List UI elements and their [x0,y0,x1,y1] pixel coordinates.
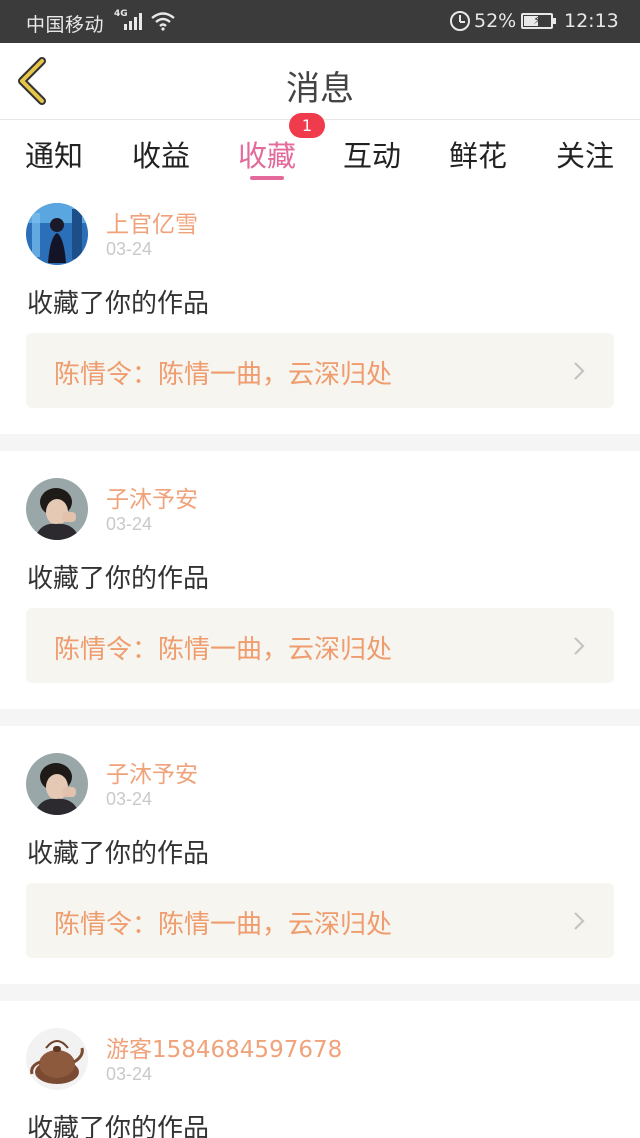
message-date: 03-24 [106,239,153,259]
work-link[interactable]: 陈情令：陈情一曲，云深归处 [26,883,614,958]
message-item: 上官亿雪 03-24 收藏了你的作品 陈情令：陈情一曲，云深归处 [0,191,640,449]
title-bar: 消息 [0,43,640,120]
avatar[interactable] [26,1028,88,1090]
clock: 12:13 [564,10,619,32]
carrier-label: 中国移动 [26,14,105,36]
message-item: 游客1584684597678 03-24 收藏了你的作品 [0,1016,640,1138]
user-name[interactable]: 上官亿雪 [106,205,198,239]
tab-following[interactable]: 关注 [535,133,635,175]
avatar[interactable] [26,203,88,265]
tab-earnings[interactable]: 收益 [111,133,211,175]
message-item: 子沐予安 03-24 收藏了你的作品 陈情令：陈情一曲，云深归处 [0,741,640,999]
avatar[interactable] [26,753,88,815]
tab-interactions[interactable]: 互动 [322,133,422,175]
divider [0,709,640,726]
divider [0,434,640,451]
message-date: 03-24 [106,514,153,534]
favorites-count-badge: 1 [289,113,325,138]
chevron-right-icon [574,362,585,380]
divider [0,984,640,1001]
active-tab-indicator [250,176,284,180]
work-title: 陈情令：陈情一曲，云深归处 [54,910,393,940]
work-link[interactable]: 陈情令：陈情一曲，云深归处 [26,608,614,683]
work-link[interactable]: 陈情令：陈情一曲，云深归处 [26,333,614,408]
alarm-icon [450,11,470,31]
battery-percent: 52% [474,10,517,32]
tab-favorites[interactable]: 收藏 [217,133,317,175]
page-title: 消息 [286,69,354,109]
signal-icon [124,12,146,30]
message-date: 03-24 [106,789,153,809]
user-name[interactable]: 子沐予安 [106,480,198,514]
user-name[interactable]: 子沐予安 [106,755,198,789]
avatar[interactable] [26,478,88,540]
wifi-icon [151,12,175,31]
work-title: 陈情令：陈情一曲，云深归处 [54,360,393,390]
message-text: 收藏了你的作品 [27,564,210,594]
message-date: 03-24 [106,1064,153,1084]
tab-notifications[interactable]: 通知 [4,133,104,175]
message-text: 收藏了你的作品 [27,289,210,319]
battery-icon: ⚡ [521,13,556,29]
message-text: 收藏了你的作品 [27,1114,210,1138]
user-name[interactable]: 游客1584684597678 [106,1030,342,1064]
status-bar: 中国移动 4G 52% ⚡ 12:13 [0,0,640,43]
tab-flowers[interactable]: 鲜花 [428,133,528,175]
chevron-right-icon [574,637,585,655]
message-item: 子沐予安 03-24 收藏了你的作品 陈情令：陈情一曲，云深归处 [0,466,640,724]
chevron-right-icon [574,912,585,930]
work-title: 陈情令：陈情一曲，云深归处 [54,635,393,665]
message-text: 收藏了你的作品 [27,839,210,869]
